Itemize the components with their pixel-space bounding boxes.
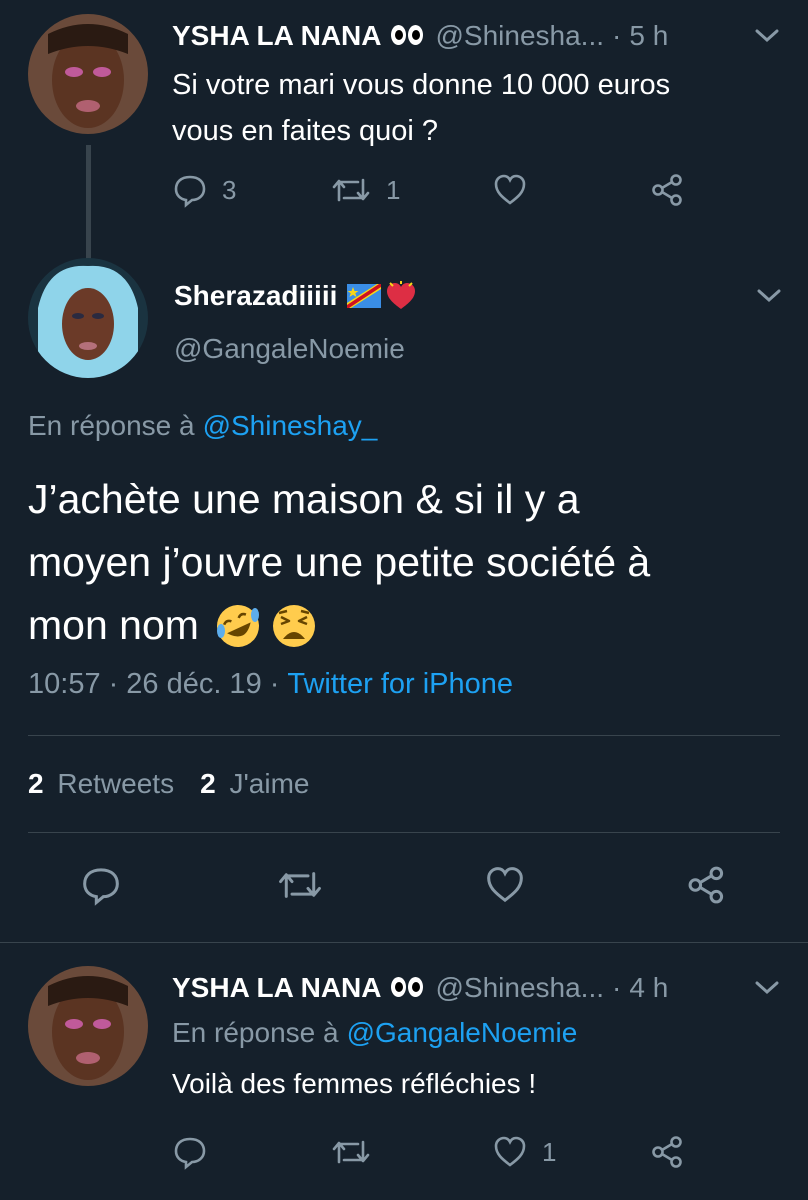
tweet-text-line: moyen j’ouvre une petite société à bbox=[28, 539, 651, 585]
drc-flag-emoji bbox=[347, 284, 382, 308]
chevron-down-icon[interactable] bbox=[752, 26, 782, 51]
reply-context: En réponse à @GangaleNoemie bbox=[172, 1017, 577, 1049]
like-icon bbox=[494, 174, 526, 205]
display-name[interactable]: Sherazadiiiii bbox=[174, 280, 337, 312]
chevron-down-icon[interactable] bbox=[752, 978, 782, 1003]
retweet-count: 1 bbox=[386, 174, 401, 205]
reply-count: 3 bbox=[222, 174, 237, 205]
timestamp[interactable]: 5 h bbox=[629, 20, 668, 52]
divider bbox=[28, 832, 780, 833]
share-button[interactable] bbox=[650, 1134, 686, 1170]
tweet-header: YSHA LA NANA @Shinesha... · 5 h bbox=[172, 20, 668, 52]
mention-link[interactable]: @GangaleNoemie bbox=[347, 1017, 578, 1049]
retweets-stat[interactable]: 2 Retweets bbox=[28, 768, 174, 800]
username[interactable]: @Shinesha... bbox=[435, 20, 604, 52]
divider bbox=[0, 942, 808, 943]
display-name[interactable]: YSHA LA NANA bbox=[172, 20, 381, 52]
username[interactable]: @Shinesha... bbox=[435, 972, 604, 1004]
rofl-emoji bbox=[216, 604, 259, 647]
timestamp[interactable]: 4 h bbox=[629, 972, 668, 1004]
heart-emoji bbox=[387, 281, 416, 309]
like-count: 1 bbox=[542, 1136, 557, 1167]
tweet-text-line: vous en faites quoi ? bbox=[172, 115, 439, 147]
chevron-down-icon[interactable] bbox=[754, 286, 784, 311]
likes-label: J'aime bbox=[229, 768, 310, 799]
thread-line bbox=[86, 145, 91, 260]
separator: · bbox=[612, 972, 622, 1003]
separator: · bbox=[612, 20, 622, 51]
separator: · bbox=[108, 668, 119, 700]
share-icon bbox=[652, 1136, 682, 1168]
separator: · bbox=[269, 668, 280, 700]
avatar[interactable] bbox=[28, 966, 148, 1086]
tweet-text-line: mon nom bbox=[28, 602, 199, 648]
like-icon bbox=[494, 1136, 526, 1167]
tweet-text: J’achète une maison & si il y a moyen j’… bbox=[28, 468, 650, 657]
share-icon bbox=[652, 174, 682, 206]
weary-emoji bbox=[272, 604, 315, 647]
share-button[interactable] bbox=[650, 172, 686, 208]
like-button[interactable] bbox=[484, 864, 526, 906]
tweet-header: YSHA LA NANA @Shinesha... · 4 h bbox=[172, 972, 668, 1004]
retweet-button[interactable] bbox=[330, 1134, 386, 1170]
reply-context: En réponse à @Shineshay_ bbox=[28, 410, 377, 442]
share-button[interactable] bbox=[686, 864, 728, 906]
retweet-button[interactable]: 1 bbox=[330, 172, 400, 208]
tweet-source[interactable]: Twitter for iPhone bbox=[287, 668, 513, 701]
eyes-emoji bbox=[391, 25, 424, 45]
avatar[interactable] bbox=[28, 14, 148, 134]
retweets-count: 2 bbox=[28, 768, 44, 799]
tweet-stats: 2 Retweets 2 J'aime bbox=[28, 768, 309, 800]
share-icon bbox=[688, 866, 724, 904]
reply-icon bbox=[83, 868, 119, 906]
retweet-icon bbox=[332, 178, 370, 202]
reply-button[interactable]: 3 bbox=[172, 172, 236, 208]
tweet-text-line: Si votre mari vous donne 10 000 euros bbox=[172, 69, 671, 101]
like-icon bbox=[487, 867, 523, 903]
avatar[interactable] bbox=[28, 258, 148, 378]
like-button[interactable]: 1 bbox=[492, 1134, 556, 1170]
mention-link[interactable]: @Shineshay_ bbox=[203, 410, 378, 442]
tweet-text: Si votre mari vous donne 10 000 euros vo… bbox=[172, 62, 670, 154]
reply-icon bbox=[174, 1137, 206, 1170]
likes-count: 2 bbox=[200, 768, 216, 799]
divider bbox=[28, 735, 780, 736]
like-button[interactable] bbox=[492, 172, 542, 208]
tweet-time: 10:57 bbox=[28, 668, 101, 700]
tweet-header: Sherazadiiiii bbox=[174, 280, 417, 312]
retweets-label: Retweets bbox=[57, 768, 175, 799]
eyes-emoji bbox=[391, 977, 424, 997]
reply-button[interactable] bbox=[80, 864, 122, 906]
retweet-icon bbox=[332, 1140, 370, 1164]
reply-button[interactable] bbox=[172, 1134, 222, 1170]
retweet-button[interactable] bbox=[276, 864, 324, 906]
username[interactable]: @GangaleNoemie bbox=[174, 333, 405, 365]
retweet-icon bbox=[279, 872, 321, 898]
tweet-meta: 10:57 · 26 déc. 19 · Twitter for iPhone bbox=[28, 668, 513, 701]
display-name[interactable]: YSHA LA NANA bbox=[172, 972, 381, 1004]
tweet-date: 26 déc. 19 bbox=[126, 668, 262, 700]
likes-stat[interactable]: 2 J'aime bbox=[200, 768, 309, 800]
tweet-text-line: J’achète une maison & si il y a bbox=[28, 476, 580, 522]
reply-prefix: En réponse à bbox=[28, 410, 195, 441]
tweet-text: Voilà des femmes réfléchies ! bbox=[172, 1068, 537, 1099]
reply-prefix: En réponse à bbox=[172, 1017, 339, 1048]
reply-icon bbox=[174, 175, 206, 208]
